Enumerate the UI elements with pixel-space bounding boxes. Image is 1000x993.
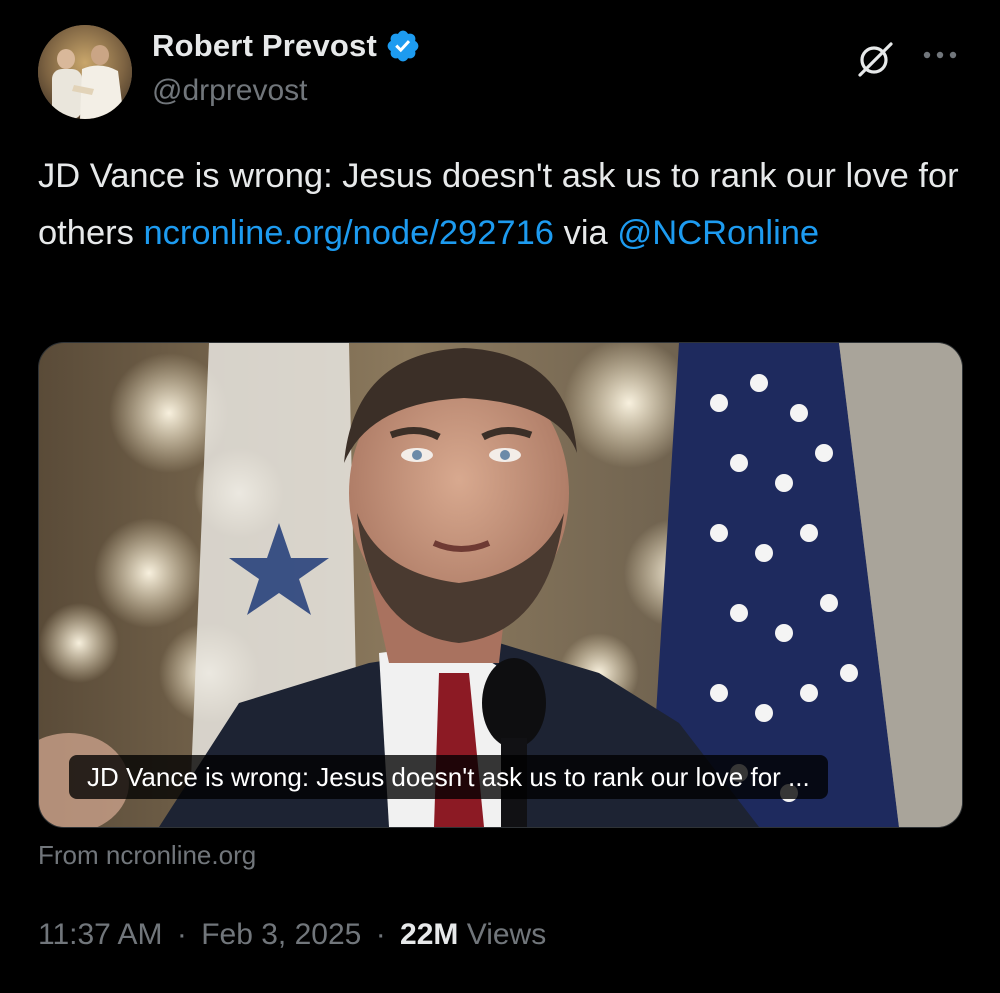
verified-badge-icon <box>385 28 421 64</box>
tweet-text: JD Vance is wrong: Jesus doesn't ask us … <box>38 148 963 262</box>
views-count[interactable]: 22M <box>400 918 458 951</box>
tweet-text-part2: via <box>553 214 618 252</box>
author-name-row[interactable]: Robert Prevost <box>152 26 421 66</box>
grok-icon[interactable] <box>854 38 896 80</box>
author-handle[interactable]: @drprevost <box>152 74 308 108</box>
author-display-name[interactable]: Robert Prevost <box>152 28 377 64</box>
meta-separator: · <box>176 918 187 951</box>
card-title-overlay: JD Vance is wrong: Jesus doesn't ask us … <box>69 755 828 799</box>
views-label[interactable]: Views <box>467 918 546 951</box>
more-horizontal-icon[interactable] <box>916 40 964 70</box>
tweet-url-link[interactable]: ncronline.org/node/292716 <box>143 214 554 252</box>
meta-separator: · <box>375 918 386 951</box>
card-source[interactable]: From ncronline.org <box>38 840 256 871</box>
mention-link[interactable]: @NCRonline <box>617 214 819 252</box>
tweet-meta: 11:37 AM · Feb 3, 2025 · 22M Views <box>38 918 546 952</box>
author-avatar[interactable] <box>38 25 132 119</box>
link-preview-card[interactable]: JD Vance is wrong: Jesus doesn't ask us … <box>38 342 963 828</box>
tweet-time[interactable]: 11:37 AM <box>38 918 163 951</box>
tweet-date[interactable]: Feb 3, 2025 <box>201 918 361 951</box>
